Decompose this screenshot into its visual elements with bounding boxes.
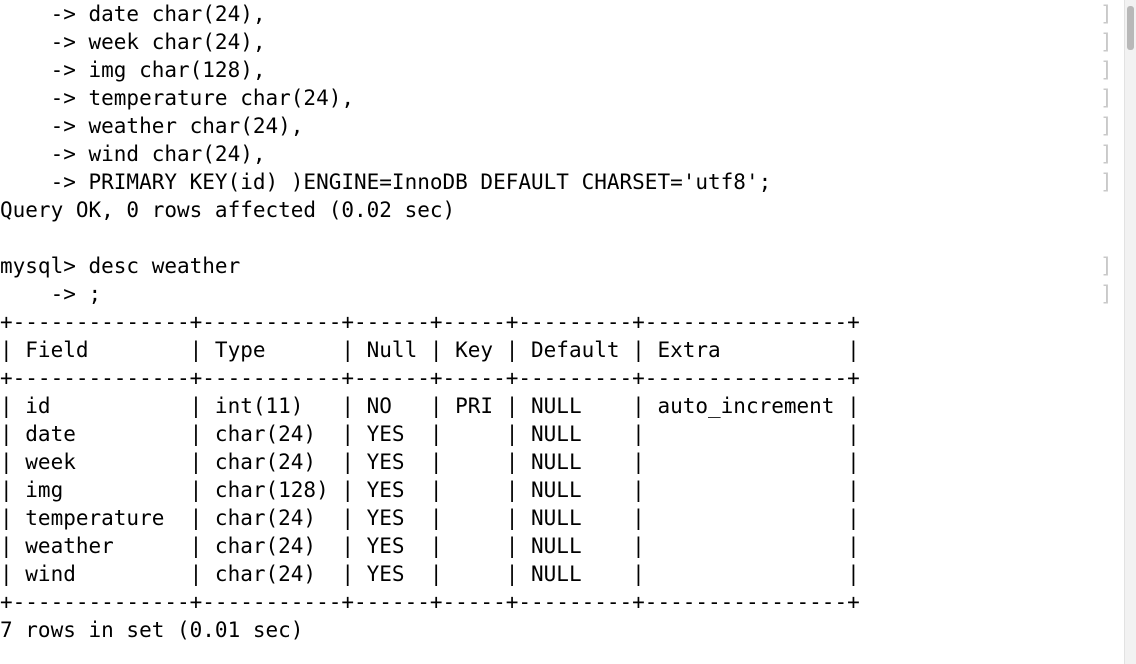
gutter-glyph [1100,560,1122,588]
terminal-line: +--------------+-----------+------+-----… [0,590,860,614]
console-output[interactable]: -> date char(24), -> week char(24), -> i… [0,0,1100,644]
terminal-line: -> temperature char(24), [0,86,355,110]
terminal-line: Query OK, 0 rows affected (0.02 sec) [0,198,456,222]
gutter-glyph: ] [1100,282,1113,306]
gutter-glyph [1100,616,1122,644]
gutter-glyph: ] [1100,58,1113,82]
terminal-line: +--------------+-----------+------+-----… [0,310,860,334]
terminal-line: +--------------+-----------+------+-----… [0,366,860,390]
gutter-glyph [1100,308,1122,336]
gutter-glyph [1100,224,1122,252]
terminal-line: | Field | Type | Null | Key | Default | … [0,338,860,362]
gutter-glyph [1100,448,1122,476]
gutter-glyph [1100,336,1122,364]
gutter-glyph [1100,392,1122,420]
gutter-glyph [1100,588,1122,616]
terminal-line: -> img char(128), [0,58,266,82]
gutter-glyph: ] [1100,2,1113,26]
terminal-line: | date | char(24) | YES | | NULL | | [0,422,860,446]
terminal-line: | weather | char(24) | YES | | NULL | | [0,534,860,558]
terminal-line: -> ; [0,282,102,306]
gutter-glyph: ] [1100,170,1113,194]
gutter-glyph: ] [1100,30,1113,54]
gutter-glyph [1100,196,1122,224]
terminal-line: -> week char(24), [0,30,266,54]
gutter-glyph [1100,364,1122,392]
terminal-line: | wind | char(24) | YES | | NULL | | [0,562,860,586]
terminal-line: -> weather char(24), [0,114,304,138]
scrollbar-thumb[interactable] [1127,6,1134,50]
terminal-line: 7 rows in set (0.01 sec) [0,618,304,642]
gutter-glyph: ] [1100,114,1113,138]
gutter-glyph: ] [1100,142,1113,166]
terminal-window[interactable]: -> date char(24), -> week char(24), -> i… [0,0,1136,664]
gutter-glyph [1100,504,1122,532]
terminal-line: | temperature | char(24) | YES | | NULL … [0,506,860,530]
gutter-glyph: ] [1100,254,1113,278]
terminal-line: | img | char(128) | YES | | NULL | | [0,478,860,502]
vertical-scrollbar[interactable] [1124,0,1136,664]
gutter-glyph [1100,420,1122,448]
gutter-glyph: ] [1100,86,1113,110]
terminal-line: -> PRIMARY KEY(id) )ENGINE=InnoDB DEFAUL… [0,170,772,194]
gutter-glyph [1100,532,1122,560]
terminal-line: mysql> desc weather [0,254,241,278]
terminal-line: -> wind char(24), [0,142,266,166]
terminal-line: -> date char(24), [0,2,266,26]
terminal-line: | week | char(24) | YES | | NULL | | [0,450,860,474]
gutter-glyph [1100,476,1122,504]
clipped-glyph-gutter: ]]]]]]] ]] [1100,0,1122,664]
terminal-line: | id | int(11) | NO | PRI | NULL | auto_… [0,394,860,418]
